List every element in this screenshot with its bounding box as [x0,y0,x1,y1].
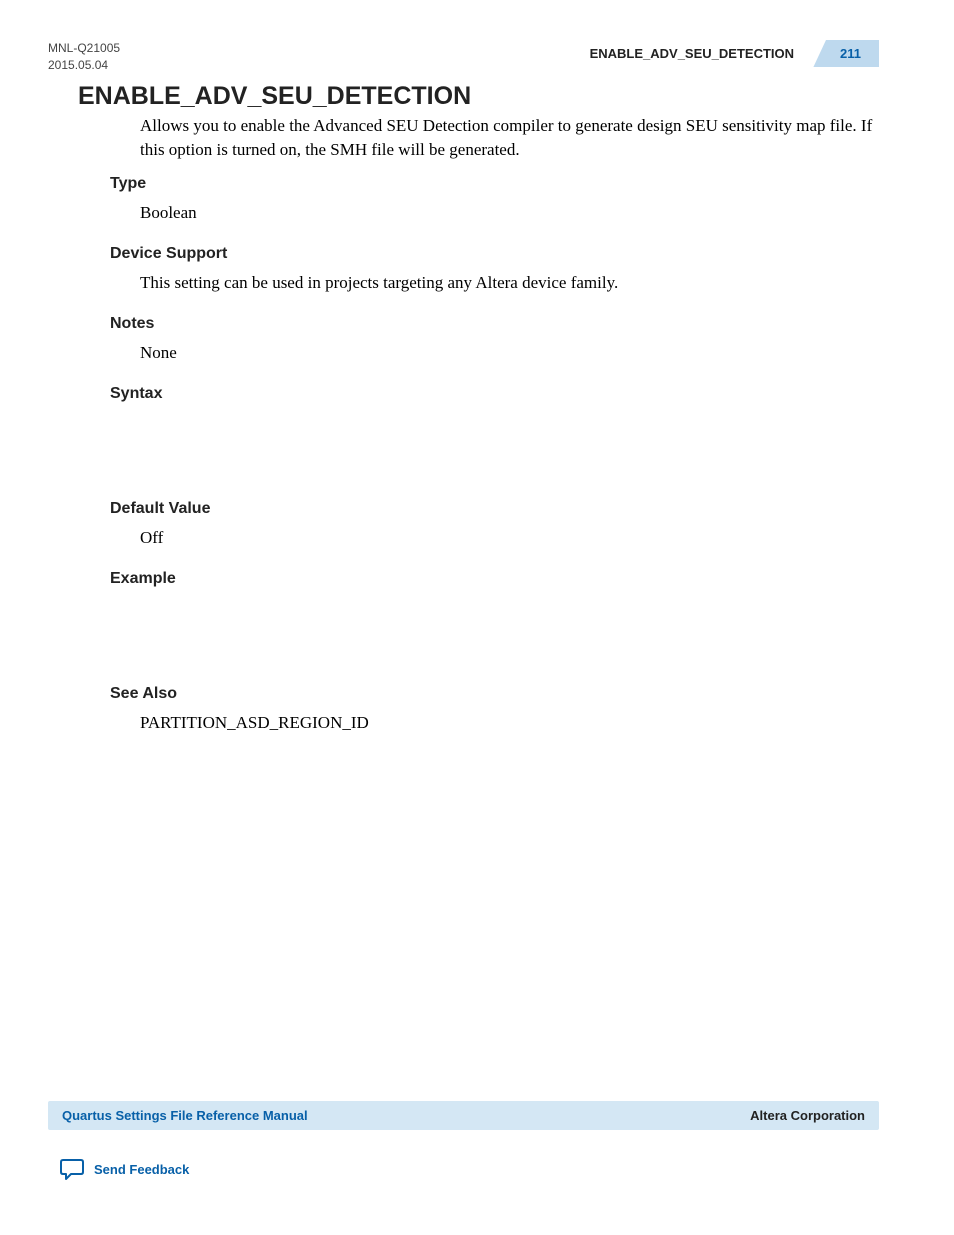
heading-see-also: See Also [110,685,876,703]
section-device-support: Device Support This setting can be used … [110,245,876,295]
header-meta: MNL-Q21005 2015.05.04 [48,40,120,74]
page-number-badge: 211 [812,40,879,67]
heading-device-support: Device Support [110,245,876,263]
body-device-support: This setting can be used in projects tar… [140,271,876,295]
heading-notes: Notes [110,315,876,333]
speech-bubble-icon [60,1158,84,1180]
section-default-value: Default Value Off [110,500,876,550]
header-topic: ENABLE_ADV_SEU_DETECTION [590,46,794,61]
section-example: Example [110,570,876,596]
header-right: ENABLE_ADV_SEU_DETECTION 211 [590,40,879,67]
heading-default-value: Default Value [110,500,876,518]
heading-syntax: Syntax [110,385,876,403]
footer-company: Altera Corporation [750,1108,865,1123]
section-see-also: See Also PARTITION_ASD_REGION_ID [110,685,876,735]
document-date: 2015.05.04 [48,57,120,74]
page-header: MNL-Q21005 2015.05.04 ENABLE_ADV_SEU_DET… [48,40,879,74]
document-id: MNL-Q21005 [48,40,120,57]
page-title: ENABLE_ADV_SEU_DETECTION [78,82,471,111]
body-notes: None [140,341,876,365]
body-see-also: PARTITION_ASD_REGION_ID [140,711,876,735]
footer-bar: Quartus Settings File Reference Manual A… [48,1101,879,1130]
footer-manual-link[interactable]: Quartus Settings File Reference Manual [62,1108,308,1123]
send-feedback-link[interactable]: Send Feedback [60,1158,189,1180]
section-type: Type Boolean [110,175,876,225]
body-default-value: Off [140,526,876,550]
body-type: Boolean [140,201,876,225]
heading-example: Example [110,570,876,588]
page-description: Allows you to enable the Advanced SEU De… [140,114,876,162]
heading-type: Type [110,175,876,193]
section-notes: Notes None [110,315,876,365]
section-syntax: Syntax [110,385,876,411]
send-feedback-label: Send Feedback [94,1162,189,1177]
